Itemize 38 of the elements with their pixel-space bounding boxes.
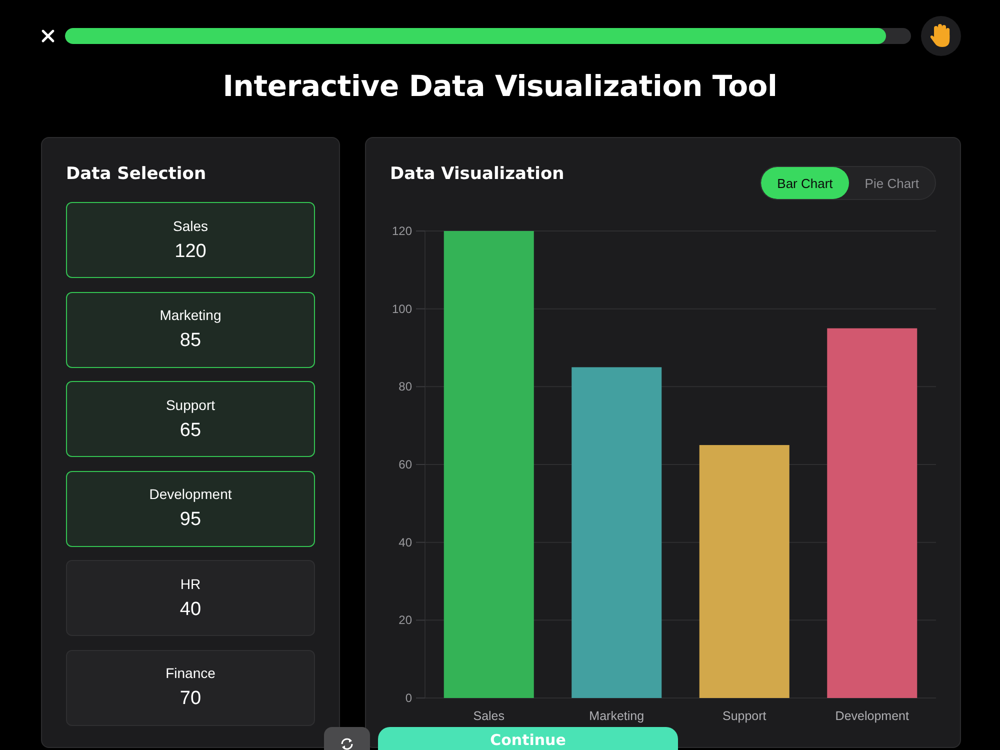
data-card[interactable]: Sales 120: [66, 202, 315, 278]
chart-type-tab[interactable]: Bar Chart: [761, 167, 849, 199]
panel-title: Data Visualization: [390, 163, 564, 186]
axis-tick-label: 80: [398, 380, 412, 394]
data-card[interactable]: Development 95: [66, 470, 315, 546]
category-label: Marketing: [589, 709, 644, 723]
card-label: Development: [149, 486, 232, 502]
card-value: 120: [174, 240, 206, 262]
data-card[interactable]: Support 65: [66, 381, 315, 457]
card-value: 70: [180, 688, 202, 710]
panel-title: Data Selection: [66, 163, 208, 186]
refresh-icon: [339, 736, 355, 750]
axis-tick-label: 100: [392, 302, 412, 316]
close-icon[interactable]: [41, 29, 55, 43]
card-value: 85: [180, 330, 202, 352]
card-value: 40: [180, 598, 202, 620]
axis-tick-label: 20: [398, 613, 412, 628]
category-label: Sales: [473, 709, 505, 723]
axis-tick-label: 60: [398, 458, 412, 472]
category-label: Support: [722, 709, 766, 723]
axis-tick-label: 120: [392, 224, 412, 238]
card-value: 65: [180, 420, 202, 442]
category-label: Development: [835, 709, 909, 723]
page-title: Interactive Data Visualization Tool: [222, 68, 778, 104]
card-label: HR: [180, 576, 201, 592]
card-label: Marketing: [160, 307, 222, 323]
axis-tick-label: 0: [405, 691, 412, 705]
hand-icon[interactable]: [921, 16, 961, 56]
data-card[interactable]: Finance 70: [66, 650, 315, 726]
card-label: Finance: [166, 665, 216, 681]
refresh-button[interactable]: [324, 727, 370, 750]
data-card[interactable]: HR 40: [66, 560, 315, 636]
data-card[interactable]: Marketing 85: [66, 292, 315, 368]
card-label: Sales: [172, 218, 208, 234]
axis-tick-label: 40: [398, 535, 412, 550]
card-value: 95: [180, 509, 202, 531]
chart-type-tab[interactable]: Pie Chart: [848, 167, 935, 199]
card-label: Support: [166, 396, 216, 412]
